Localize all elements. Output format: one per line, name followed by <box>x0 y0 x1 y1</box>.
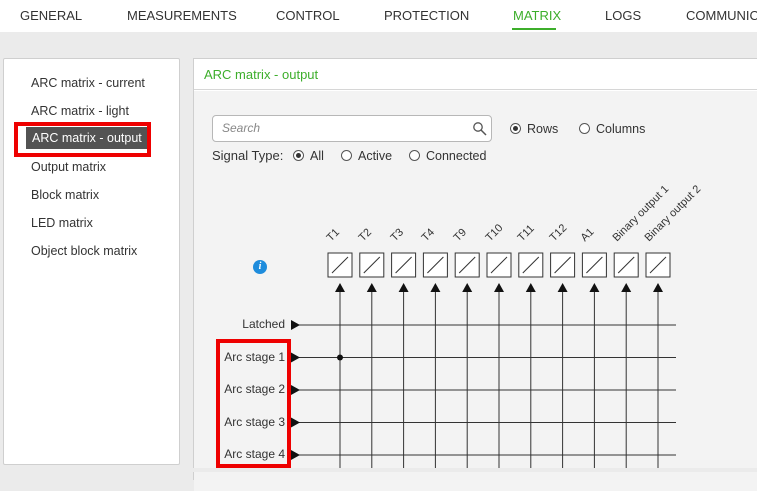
row-arrow-icon <box>291 352 300 363</box>
column-arrow-icon <box>335 283 345 292</box>
column-arrow-icon <box>621 283 632 292</box>
column-arrow-icon <box>494 283 504 292</box>
column-arrow-icon <box>462 283 473 292</box>
column-arrow-icon <box>366 283 377 292</box>
column-arrow-icon <box>653 283 663 292</box>
column-arrow-icon <box>430 283 441 292</box>
connection-dot[interactable] <box>337 354 343 361</box>
row-arrow-icon <box>291 417 300 428</box>
column-arrow-icon <box>589 283 600 292</box>
highlight-box-rows <box>216 339 291 468</box>
row-arrow-icon <box>291 320 300 330</box>
column-arrow-icon <box>557 283 568 292</box>
row-arrow-icon <box>291 385 300 395</box>
column-arrow-icon <box>398 283 409 292</box>
bottom-bar <box>0 468 757 472</box>
matrix-grid <box>291 252 676 470</box>
column-arrow-icon <box>525 283 536 292</box>
row-arrow-icon <box>291 450 300 460</box>
